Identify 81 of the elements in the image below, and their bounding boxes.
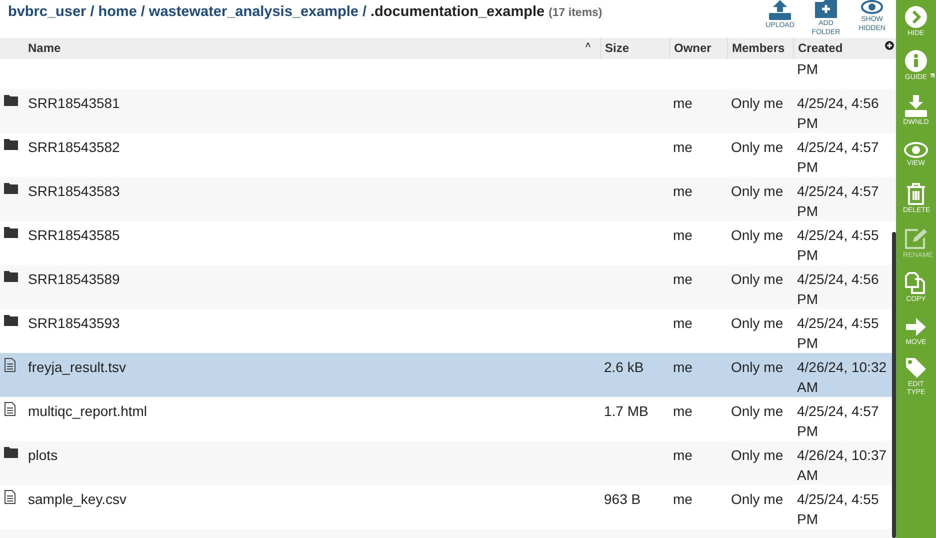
table-cell-text: 4/26/24, 10:37 AM [796,446,888,485]
table-cell: 963 B [604,491,641,507]
table-cell-text: me [672,182,694,201]
document-icon [4,490,16,504]
upload-icon [768,0,792,20]
current-folder: .documentation_example [370,4,545,20]
table-cell-text: 4/25/24, 4:56 PM [796,94,880,133]
table-cell-text: Only me [730,94,784,113]
table-row[interactable] [0,529,896,538]
table-cell-text: me [672,138,694,157]
table-cell-text: Only me [730,182,784,201]
pencil-square-icon [904,228,928,250]
copy-icon [904,272,928,294]
file-name: SRR18543581 [27,94,121,113]
folder-plus-icon [815,0,837,18]
tag-icon [905,356,927,379]
table-cell-text: me [672,490,694,509]
table-cell: 2.6 kB [604,359,644,375]
add-column-icon[interactable] [885,41,894,50]
download-icon [904,94,928,117]
table-cell-text: 4/25/24, 4:55 PM [796,314,880,353]
document-icon [4,402,16,416]
file-name: SRR18543582 [27,138,121,157]
breadcrumb-link[interactable]: home [98,4,137,20]
trash-icon [906,183,926,206]
table-cell-text: Only me [730,314,784,333]
scrollbar[interactable] [892,232,896,538]
item-count: (17 items) [548,7,602,19]
table-cell-text: me [672,446,694,465]
table-cell-text: Only me [730,446,784,465]
breadcrumb-separator: / [140,4,145,20]
file-name: plots [27,446,59,465]
table-cell-text: me [672,314,694,333]
folder-icon [4,314,18,326]
file-name: multiqc_report.html [27,402,148,421]
file-name: freyja_result.tsv [27,358,128,377]
breadcrumb-separator: / [362,4,367,20]
table-cell-text: Only me [730,358,784,377]
table-cell-text: me [672,270,694,289]
table-cell-text: 4/25/24, 4:57 PM [796,182,880,221]
breadcrumb-separator: / [90,4,94,20]
folder-icon [4,182,18,194]
document-icon [4,358,16,372]
eye-icon [904,142,928,158]
chevron-right-icon [905,6,927,28]
table-cell-text: 4/25/24, 4:56 PM [796,270,880,309]
eye-icon [861,0,883,14]
table-cell-text: me [672,94,694,113]
folder-icon [4,226,18,238]
info-icon [905,50,927,72]
arrow-right-icon [905,317,927,338]
table-cell-text: me [672,402,694,421]
table-row[interactable]: sample_key.csv 963 B me Only me 4/25/24, 4:55 PM [0,485,896,529]
table-cell-text: 4/25/24, 4:57 PM [796,402,880,441]
file-name: sample_key.csv [27,490,128,509]
table-cell: 1.7 MB [604,403,648,419]
table-cell-text: 4/25/24, 4:57 PM [796,138,880,177]
table-cell-text: me [672,226,694,245]
file-name: SRR18543589 [27,270,121,289]
table-cell-text: me [672,358,694,377]
breadcrumb-link[interactable]: bvbrc_user [8,4,86,20]
table-cell-text: 4/25/24, 4:55 PM [796,490,880,529]
table-cell-text: PM [796,60,819,79]
table-cell-text: Only me [730,270,784,289]
folder-icon [4,270,18,282]
folder-icon [4,138,18,150]
table-cell-text: Only me [730,226,784,245]
breadcrumb-link[interactable]: wastewater_analysis_example [148,4,358,20]
file-name: SRR18543593 [27,314,121,333]
folder-icon [4,94,18,106]
table-cell-text: Only me [730,402,784,421]
table-cell-text: 4/26/24, 10:32 AM [796,358,888,397]
table-cell-text: 4/25/24, 4:55 PM [796,226,880,265]
external-link-icon [929,72,935,79]
folder-icon [4,446,18,458]
column-header[interactable]: Name [24,38,576,59]
sort-indicator[interactable]: ˄ [576,38,600,52]
table-cell-text: Only me [730,490,784,509]
file-name: SRR18543583 [27,182,121,201]
file-name: SRR18543585 [27,226,121,245]
table-cell-text: Only me [730,138,784,157]
